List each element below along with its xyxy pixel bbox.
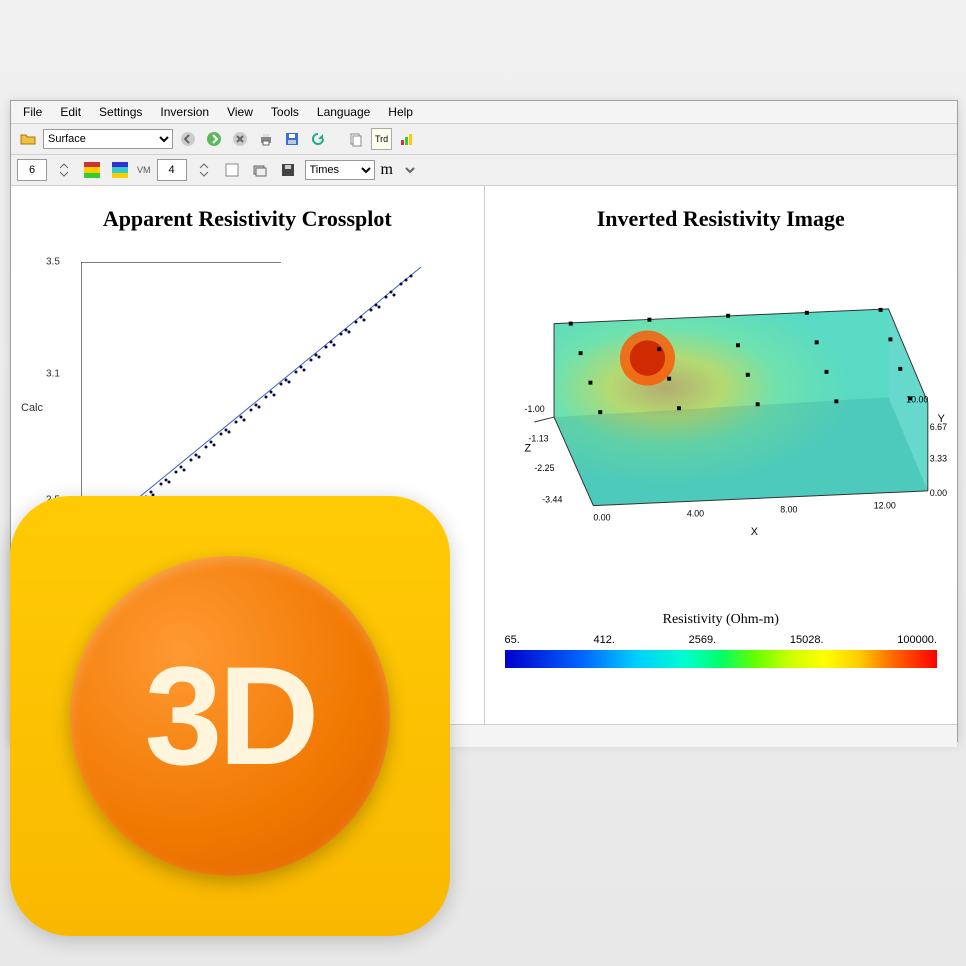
svg-text:-1.13: -1.13 [528,434,548,444]
layers-icon[interactable] [249,159,271,181]
legend-tick: 2569. [689,634,717,646]
menubar: File Edit Settings Inversion View Tools … [11,101,957,124]
print-icon[interactable] [255,128,277,150]
trd-button[interactable]: Trd [371,128,392,150]
back-icon[interactable] [177,128,199,150]
logo-text: 3D [145,635,316,797]
z-axis-label: Z [524,443,531,455]
forward-icon[interactable] [203,128,225,150]
y-axis-label: Calc [21,402,43,414]
param2-input[interactable] [157,159,187,181]
refresh-icon[interactable] [307,128,329,150]
menu-view[interactable]: View [219,103,261,121]
menu-help[interactable]: Help [380,103,421,121]
toolbar-main: Surface Trd [11,124,957,155]
legend-tick: 412. [594,634,615,646]
y-tick: 3.1 [46,369,60,380]
spinner2-icon[interactable] [193,159,215,181]
stop-icon[interactable] [229,128,251,150]
menu-tools[interactable]: Tools [263,103,307,121]
legend-tick: 65. [505,634,520,646]
x-axis-label: X [750,526,757,538]
logo-circle: 3D [70,556,390,876]
menu-edit[interactable]: Edit [52,103,89,121]
volume-plot[interactable]: X Y Z 0.00 4.00 8.00 12.00 0.00 3.33 6.6… [495,262,948,582]
open-icon[interactable] [17,128,39,150]
legend-gradient [505,650,938,668]
svg-text:0.00: 0.00 [929,488,946,498]
font-combo[interactable]: Times [305,160,375,180]
surface-combo[interactable]: Surface [43,129,173,149]
menu-language[interactable]: Language [309,103,378,121]
spinner1-icon[interactable] [53,159,75,181]
svg-text:0.00: 0.00 [593,512,610,522]
legend-title: Resistivity (Ohm-m) [495,612,948,628]
copy-icon[interactable] [345,128,367,150]
save-icon[interactable] [281,128,303,150]
legend-tick: 100000. [897,634,937,646]
svg-text:6.67: 6.67 [929,422,946,432]
chart-icon[interactable] [396,128,418,150]
crossplot-title: Apparent Resistivity Crossplot [21,206,474,232]
blank-icon[interactable] [221,159,243,181]
volume-title: Inverted Resistivity Image [495,206,948,232]
palette2-icon[interactable] [109,159,131,181]
legend-tick: 15028. [790,634,824,646]
y-tick: 3.5 [46,257,60,268]
color-legend: Resistivity (Ohm-m) 65. 412. 2569. 15028… [495,612,948,668]
unit-dropdown-icon[interactable] [399,159,421,181]
svg-text:8.00: 8.00 [780,505,797,515]
svg-text:10.00: 10.00 [906,394,928,404]
palette1-icon[interactable] [81,159,103,181]
svg-text:4.00: 4.00 [686,508,703,518]
svg-text:-2.25: -2.25 [534,463,554,473]
menu-inversion[interactable]: Inversion [152,103,217,121]
volume-pane: Inverted Resistivity Image [485,186,958,724]
param1-input[interactable] [17,159,47,181]
menu-file[interactable]: File [15,103,50,121]
app-logo-3d: 3D [10,496,450,936]
svg-text:12.00: 12.00 [873,501,895,511]
svg-text:-1.00: -1.00 [524,404,544,414]
svg-text:-3.44: -3.44 [542,495,562,505]
svg-text:3.33: 3.33 [929,453,946,463]
disk-icon[interactable] [277,159,299,181]
unit-label: m [381,161,393,179]
menu-settings[interactable]: Settings [91,103,150,121]
toolbar-secondary: VM Times m [11,155,957,186]
